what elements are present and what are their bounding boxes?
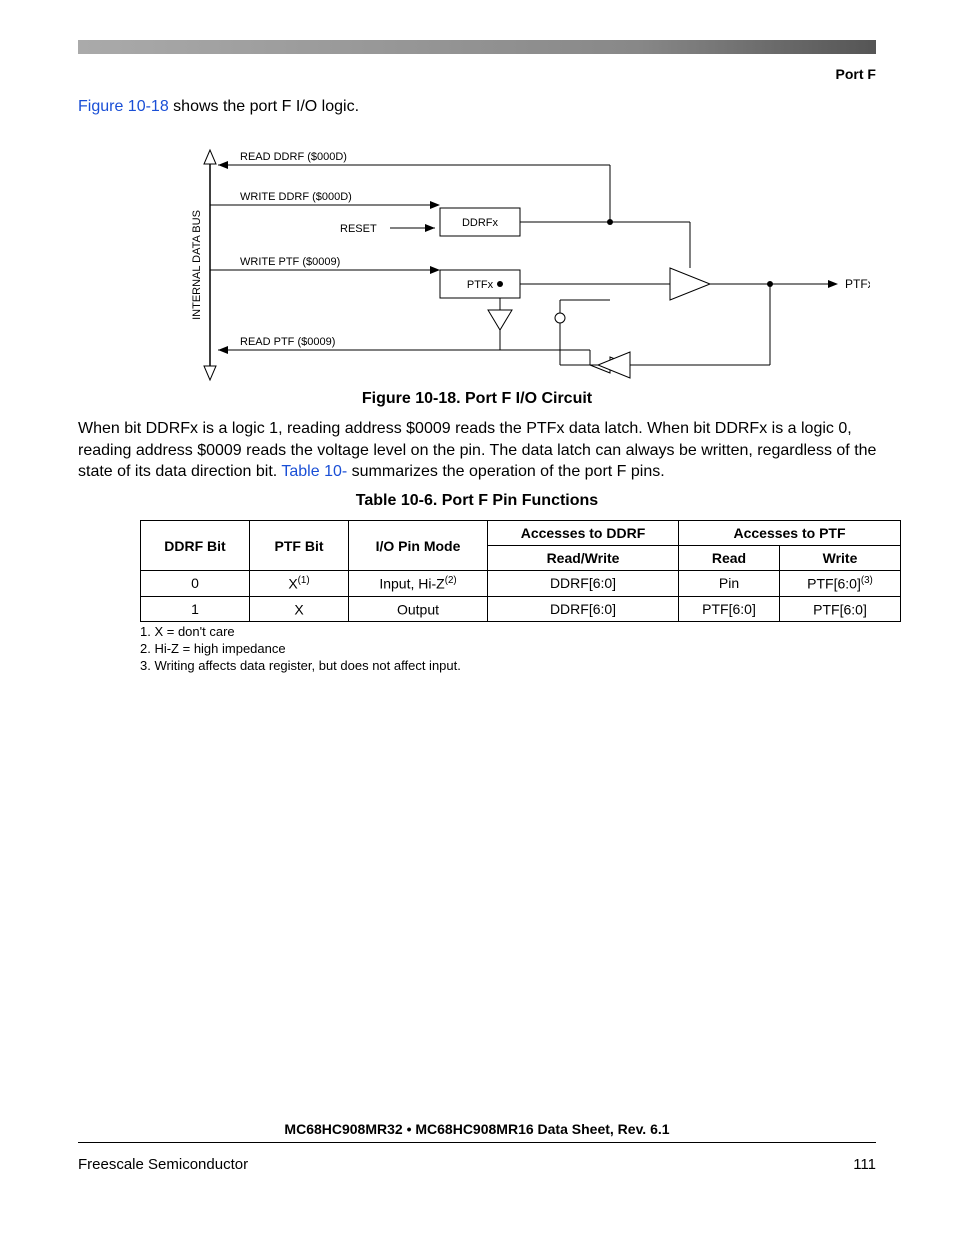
- th-acc-ddrf: Accesses to DDRF: [488, 521, 679, 546]
- th-io-mode: I/O Pin Mode: [349, 521, 488, 571]
- ptfx-box-label: PTFx: [467, 279, 494, 291]
- header-gradient-bar: [78, 40, 876, 54]
- footer-doc-title: MC68HC908MR32 • MC68HC908MR16 Data Sheet…: [0, 1121, 954, 1137]
- table-xref[interactable]: Table 10-: [281, 463, 347, 480]
- table-footnotes: 1. X = don't care 2. Hi-Z = high impedan…: [140, 624, 461, 675]
- read-ptf-label: READ PTF ($0009): [240, 336, 335, 348]
- th-ptf-bit: PTF Bit: [250, 521, 349, 571]
- page-number: 111: [853, 1156, 876, 1173]
- footnote: 3. Writing affects data register, but do…: [140, 658, 461, 675]
- table-row: 1 X Output DDRF[6:0] PTF[6:0] PTF[6:0]: [141, 596, 901, 622]
- bus-label: INTERNAL DATA BUS: [191, 210, 203, 320]
- ddrfx-box-label: DDRFx: [462, 217, 499, 229]
- table-caption: Table 10-6. Port F Pin Functions: [0, 492, 954, 510]
- figure-xref[interactable]: Figure 10-18: [78, 98, 169, 115]
- write-ddrf-label: WRITE DDRF ($000D): [240, 191, 352, 203]
- footer-vendor: Freescale Semiconductor: [78, 1156, 248, 1173]
- pin-functions-table: DDRF Bit PTF Bit I/O Pin Mode Accesses t…: [140, 520, 901, 622]
- footnote: 2. Hi-Z = high impedance: [140, 641, 461, 658]
- figure-caption: Figure 10-18. Port F I/O Circuit: [0, 390, 954, 408]
- table-row: 0 X(1) Input, Hi-Z(2) DDRF[6:0] Pin PTF[…: [141, 571, 901, 597]
- write-ptf-label: WRITE PTF ($0009): [240, 256, 340, 268]
- io-circuit-diagram: INTERNAL DATA BUS READ DDRF ($000D) WRIT…: [190, 140, 870, 390]
- body-part2: summarizes the operation of the port F p…: [347, 463, 664, 480]
- read-ddrf-label: READ DDRF ($000D): [240, 151, 347, 163]
- pin-label: PTFx: [845, 277, 870, 291]
- th-acc-ptf: Accesses to PTF: [679, 521, 901, 546]
- reset-label: RESET: [340, 223, 377, 235]
- intro-text: Figure 10-18 shows the port F I/O logic.: [78, 98, 359, 116]
- th-read: Read: [679, 546, 780, 571]
- footnote: 1. X = don't care: [140, 624, 461, 641]
- th-ddrf-bit: DDRF Bit: [141, 521, 250, 571]
- th-write: Write: [780, 546, 901, 571]
- th-rw: Read/Write: [488, 546, 679, 571]
- section-header: Port F: [836, 66, 876, 82]
- footer-rule: [78, 1142, 876, 1143]
- intro-rest: shows the port F I/O logic.: [169, 98, 359, 115]
- body-paragraph: When bit DDRFx is a logic 1, reading add…: [78, 418, 878, 483]
